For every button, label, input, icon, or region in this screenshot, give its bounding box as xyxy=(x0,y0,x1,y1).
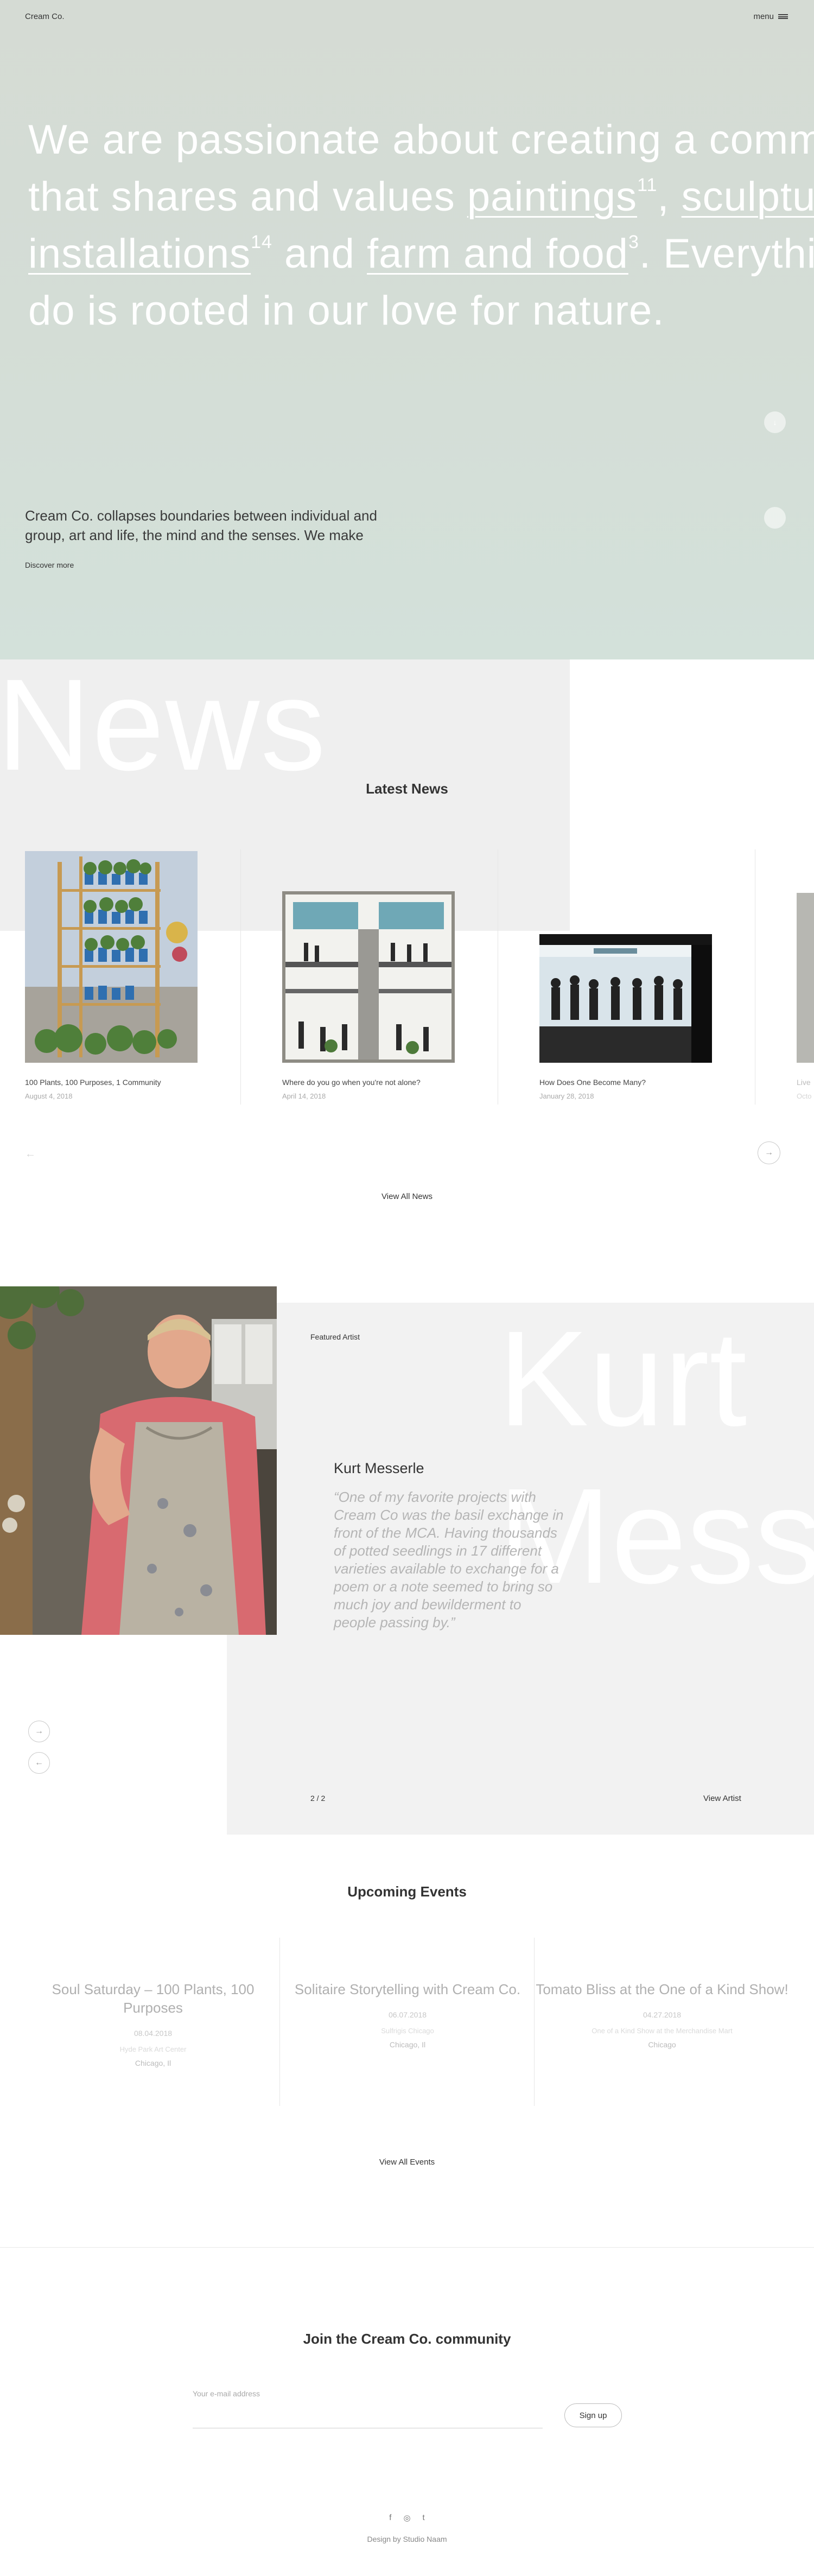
artist-prev-button[interactable]: ← xyxy=(28,1752,50,1774)
arrow-left-icon: ← xyxy=(35,1758,43,1767)
news-image-storefront[interactable] xyxy=(539,934,712,1063)
view-all-news-link[interactable]: View All News xyxy=(0,1192,814,1201)
event-city: Chicago, Il xyxy=(389,2040,426,2049)
news-date: August 4, 2018 xyxy=(25,1092,73,1100)
news-next-button[interactable]: → xyxy=(758,1141,780,1164)
email-field[interactable] xyxy=(193,2410,543,2428)
news-watermark: News xyxy=(0,652,327,797)
artist-counter: 2 / 2 xyxy=(310,1794,326,1803)
artist-name[interactable]: Kurt Messerle xyxy=(334,1460,424,1477)
scroll-indicator[interactable] xyxy=(764,507,786,529)
news-card[interactable]: Live Octo xyxy=(797,1063,814,1100)
hero-line-3: installations14 and farm and food3. Ever… xyxy=(28,225,814,282)
news-divider xyxy=(240,849,241,1105)
arrow-right-icon: → xyxy=(35,1727,43,1736)
arrow-right-icon: → xyxy=(765,1148,773,1157)
artist-photo xyxy=(0,1286,277,1635)
news-date: January 28, 2018 xyxy=(539,1092,594,1100)
installations-count: 14 xyxy=(251,232,272,252)
event-venue: Hyde Park Art Center xyxy=(119,2045,187,2053)
featured-artist-label: Featured Artist xyxy=(310,1333,360,1341)
arrow-down-icon: ↓ xyxy=(773,418,777,427)
facebook-icon[interactable]: f xyxy=(389,2513,391,2523)
news-date: April 14, 2018 xyxy=(282,1092,326,1100)
event-date: 08.04.2018 xyxy=(133,2029,173,2038)
event-card[interactable]: Tomato Bliss at the One of a Kind Show! … xyxy=(534,1980,790,2049)
event-city: Chicago, Il xyxy=(135,2059,171,2067)
sculptures-link[interactable]: sculpture xyxy=(682,174,814,220)
news-title[interactable]: 100 Plants, 100 Purposes, 1 Community xyxy=(25,1078,198,1087)
hero-description: Cream Co. collapses boundaries between i… xyxy=(25,507,377,543)
news-title[interactable]: How Does One Become Many? xyxy=(539,1078,712,1087)
scroll-down-button[interactable]: ↓ xyxy=(764,411,786,433)
news-card[interactable]: 100 Plants, 100 Purposes, 1 Community Au… xyxy=(25,1063,198,1100)
brand-logo[interactable]: Cream Co. xyxy=(25,12,65,21)
menu-button[interactable]: menu xyxy=(753,12,788,21)
news-image-gallery[interactable] xyxy=(282,891,455,1063)
hero-line-2: that shares and values paintings11, scul… xyxy=(28,168,814,225)
instagram-icon[interactable]: ◎ xyxy=(403,2513,410,2523)
artist-watermark-line: Kurt xyxy=(498,1303,747,1454)
news-title[interactable]: Where do you go when you're not alone? xyxy=(282,1078,455,1087)
news-date: Octo xyxy=(797,1092,812,1100)
event-card[interactable]: Solitaire Storytelling with Cream Co. 06… xyxy=(279,1980,536,2049)
hero-line-1: We are passionate about creating a commu xyxy=(28,117,814,163)
discover-more-link[interactable]: Discover more xyxy=(25,561,74,569)
news-image-partial[interactable] xyxy=(797,893,814,1063)
event-date: 06.07.2018 xyxy=(388,2010,427,2019)
hero-headline: We are passionate about creating a commu… xyxy=(28,111,814,339)
hero-text-fragment: . Everything xyxy=(639,231,814,277)
artist-quote: “One of my favorite projects with Cream … xyxy=(334,1489,564,1630)
hero-text-fragment: that shares and values xyxy=(28,174,467,220)
sign-up-button[interactable]: Sign up xyxy=(564,2403,622,2427)
event-card[interactable]: Soul Saturday – 100 Plants, 100 Purposes… xyxy=(25,1980,281,2067)
event-venue: Sulfrigis Chicago xyxy=(381,2027,434,2035)
hero-text-fragment: , xyxy=(657,174,682,220)
farm-count: 3 xyxy=(628,232,639,252)
hero-section: Cream Co. menu We are passionate about c… xyxy=(0,0,814,659)
section-divider xyxy=(0,2247,814,2248)
event-city: Chicago xyxy=(648,2040,676,2049)
social-links: f ◎ t xyxy=(0,2513,814,2523)
installations-link[interactable]: installations xyxy=(28,231,251,277)
view-artist-link[interactable]: View Artist xyxy=(703,1794,741,1803)
hero-text-fragment: and xyxy=(272,231,367,277)
event-title[interactable]: Solitaire Storytelling with Cream Co. xyxy=(279,1980,536,1998)
newsletter-title: Join the Cream Co. community xyxy=(303,2331,511,2347)
latest-news-title: Latest News xyxy=(366,781,448,797)
tumblr-icon[interactable]: t xyxy=(423,2513,425,2523)
news-card[interactable]: How Does One Become Many? January 28, 20… xyxy=(539,1063,712,1100)
event-date: 04.27.2018 xyxy=(643,2010,682,2019)
news-image-plants[interactable] xyxy=(25,851,198,1063)
arrow-left-icon[interactable]: ← xyxy=(25,1148,36,1160)
paintings-count: 11 xyxy=(637,175,658,195)
email-field-label: Your e-mail address xyxy=(193,2389,260,2398)
hamburger-icon xyxy=(778,14,788,19)
news-title[interactable]: Live xyxy=(797,1078,814,1087)
event-title[interactable]: Tomato Bliss at the One of a Kind Show! xyxy=(534,1980,790,1998)
menu-label: menu xyxy=(753,12,774,21)
farm-and-food-link[interactable]: farm and food xyxy=(367,231,628,277)
hero-line-4: do is rooted in our love for nature. xyxy=(28,288,665,334)
view-all-events-link[interactable]: View All Events xyxy=(0,2158,814,2167)
event-title[interactable]: Soul Saturday – 100 Plants, 100 Purposes xyxy=(25,1980,281,2017)
artist-next-button[interactable]: → xyxy=(28,1721,50,1742)
upcoming-events-title: Upcoming Events xyxy=(347,1883,467,1900)
paintings-link[interactable]: paintings xyxy=(467,174,637,220)
news-card[interactable]: Where do you go when you're not alone? A… xyxy=(282,1063,455,1100)
design-credit[interactable]: Design by Studio Naam xyxy=(0,2535,814,2543)
event-venue: One of a Kind Show at the Merchandise Ma… xyxy=(592,2027,733,2035)
